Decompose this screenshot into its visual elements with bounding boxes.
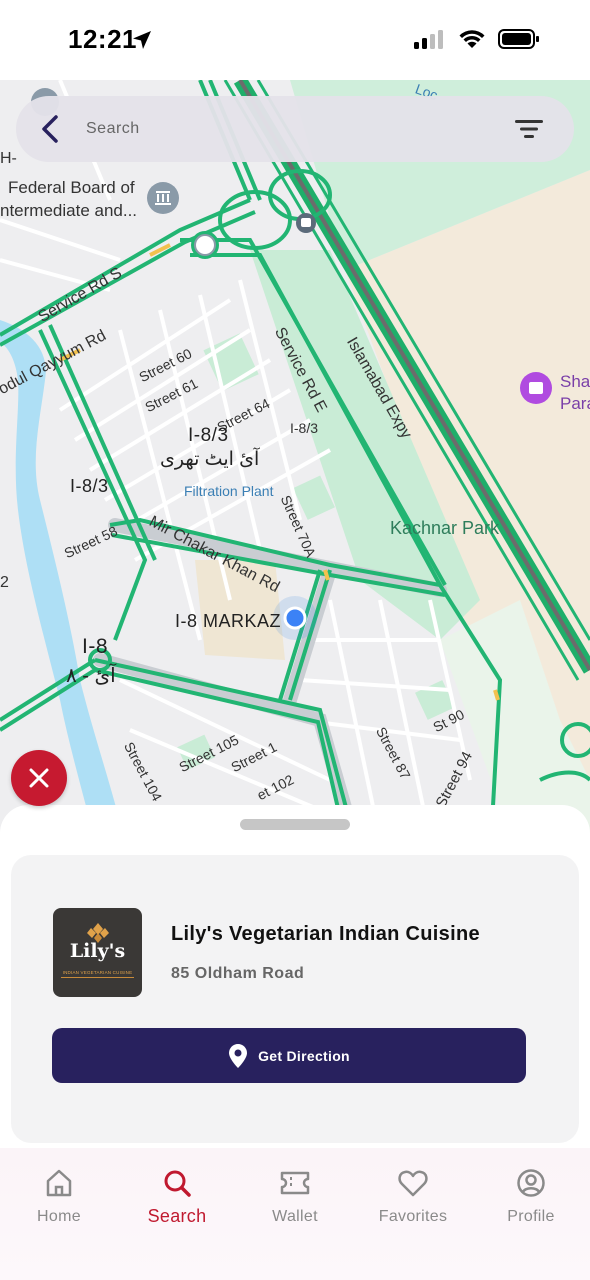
- map-pin-icon: [229, 1043, 248, 1068]
- heart-icon: [398, 1170, 428, 1197]
- map-label-two: 2: [0, 574, 9, 591]
- battery-icon: [498, 29, 539, 49]
- restaurant-logo: Lily's INDIAN VEGETARIAN CUISINE: [53, 908, 142, 997]
- close-icon: [29, 768, 49, 788]
- nav-search[interactable]: Search: [127, 1166, 227, 1227]
- map-label-i83: I-8/3: [188, 425, 229, 446]
- map-label-h: H-: [0, 150, 17, 167]
- nav-search-label: Search: [147, 1206, 207, 1226]
- home-icon: [46, 1169, 72, 1197]
- nav-home[interactable]: Home: [9, 1166, 109, 1226]
- location-arrow-icon: [133, 31, 151, 49]
- sheet-drag-handle[interactable]: [240, 819, 350, 830]
- nav-wallet-label: Wallet: [272, 1208, 318, 1225]
- bottom-navigation: Home Search Wallet Favorites Profile: [0, 1148, 590, 1280]
- get-direction-button[interactable]: Get Direction: [52, 1028, 526, 1083]
- nav-favorites-label: Favorites: [378, 1208, 448, 1225]
- map-label-i83-left: I-8/3: [70, 476, 109, 496]
- nav-profile-label: Profile: [507, 1208, 555, 1225]
- logo-title: Lily's: [69, 940, 126, 962]
- map-label-kachnar-park: Kachnar Park: [390, 518, 500, 538]
- map-label-i8-markaz: I-8 MARKAZ: [175, 611, 282, 631]
- map-label-filtration-plant: Filtration Plant: [184, 483, 274, 499]
- search-icon: [164, 1170, 191, 1197]
- place-name: Lily's Vegetarian Indian Cuisine: [171, 923, 480, 945]
- wifi-icon: [459, 30, 485, 48]
- map-label-sha: Sha: [560, 372, 590, 391]
- user-circle-icon: [517, 1169, 545, 1197]
- close-button[interactable]: [11, 750, 67, 806]
- nav-favorites[interactable]: Favorites: [363, 1166, 463, 1226]
- signal-icon: [414, 30, 443, 49]
- back-button[interactable]: [20, 96, 80, 162]
- filter-icon[interactable]: [514, 116, 544, 142]
- map-label-i8: I-8: [82, 635, 109, 658]
- logo-subtitle: INDIAN VEGETARIAN CUISINE: [62, 970, 133, 975]
- nav-wallet[interactable]: Wallet: [245, 1166, 345, 1226]
- map-label-federal-board: Federal Board of: [8, 178, 135, 197]
- map-label-i8-urdu: آئ - ٨: [66, 665, 116, 687]
- map-label-para: Para: [560, 394, 590, 413]
- map-label-i83-urdu: آئ ایٹ تھری: [160, 449, 260, 470]
- status-time: 12:21: [68, 24, 137, 54]
- status-indicators: [414, 28, 540, 50]
- ticket-icon: [280, 1171, 310, 1195]
- map-label-i83-small: I-8/3: [290, 420, 319, 436]
- nav-home-label: Home: [37, 1208, 81, 1225]
- search-bar: [16, 96, 574, 162]
- nav-profile[interactable]: Profile: [481, 1166, 581, 1226]
- get-direction-label: Get Direction: [258, 1047, 350, 1064]
- map-label-intermediate: ntermediate and...: [0, 201, 138, 220]
- place-card[interactable]: Lily's INDIAN VEGETARIAN CUISINE Lily's …: [11, 855, 579, 1143]
- search-input[interactable]: [86, 120, 486, 138]
- map-view[interactable]: H- Federal Board of ntermediate and... S…: [0, 80, 590, 860]
- status-bar: 12:21: [0, 0, 590, 80]
- chevron-left-icon: [42, 115, 58, 143]
- logo-divider: [61, 977, 134, 978]
- place-address: 85 Oldham Road: [171, 965, 305, 982]
